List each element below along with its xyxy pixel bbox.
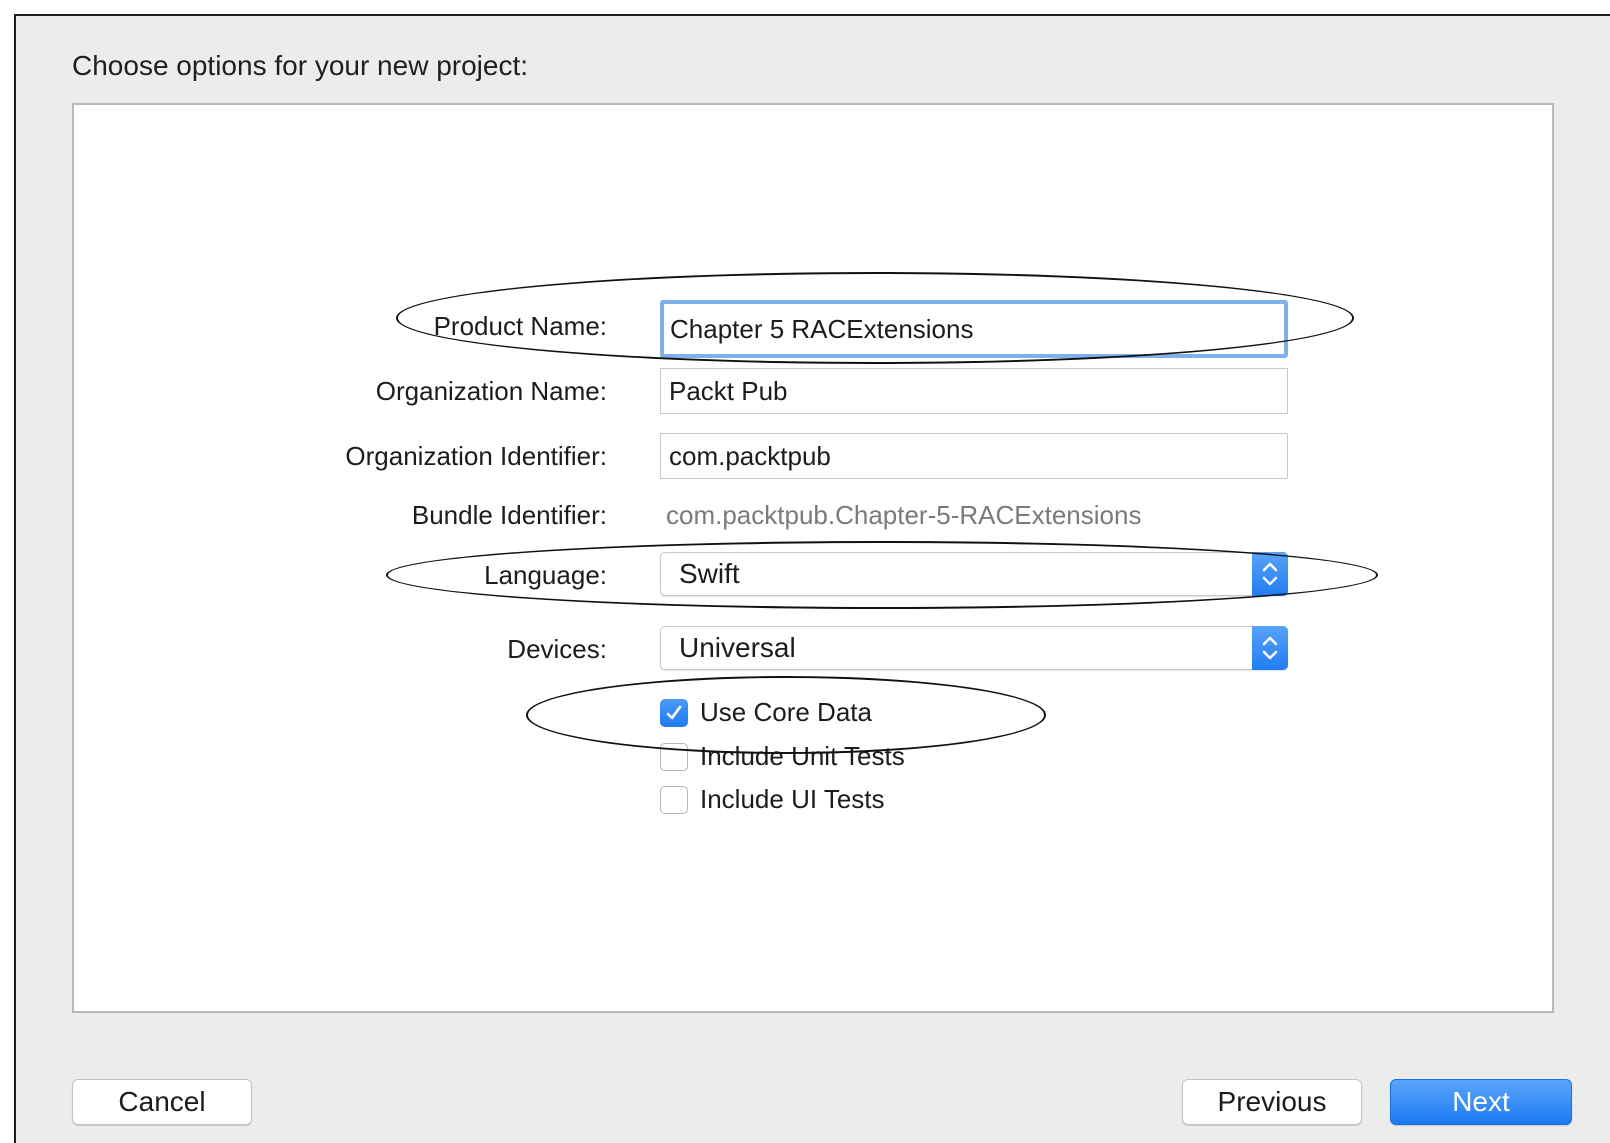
use-core-data-checkbox[interactable] (660, 699, 688, 727)
checkmark-icon (666, 705, 682, 720)
organization-identifier-label: Organization Identifier: (345, 441, 607, 471)
product-name-label: Product Name: (433, 311, 607, 341)
up-down-chevron-icon (1252, 626, 1288, 670)
new-project-dialog: Choose options for your new project: Pro… (14, 14, 1610, 1143)
bundle-identifier-value: com.packtpub.Chapter-5-RACExtensions (666, 500, 1142, 530)
include-unit-tests-label: Include Unit Tests (700, 741, 905, 771)
devices-popup[interactable]: Universal (660, 626, 1288, 670)
language-popup[interactable]: Swift (660, 552, 1288, 596)
organization-identifier-field[interactable] (660, 433, 1288, 479)
devices-label: Devices: (507, 634, 607, 664)
language-selected-value: Swift (679, 558, 740, 589)
include-ui-tests-label: Include UI Tests (700, 784, 885, 814)
use-core-data-label: Use Core Data (700, 697, 872, 727)
next-button[interactable]: Next (1390, 1079, 1572, 1125)
bundle-identifier-label: Bundle Identifier: (411, 500, 607, 530)
include-unit-tests-checkbox[interactable] (660, 743, 688, 771)
product-name-field[interactable] (660, 300, 1288, 358)
previous-button[interactable]: Previous (1182, 1079, 1362, 1125)
include-ui-tests-checkbox[interactable] (660, 786, 688, 814)
organization-name-label: Organization Name: (375, 376, 607, 406)
organization-name-field[interactable] (660, 368, 1288, 414)
language-label: Language: (484, 560, 607, 590)
devices-selected-value: Universal (679, 632, 796, 663)
dialog-heading: Choose options for your new project: (72, 50, 529, 81)
cancel-button[interactable]: Cancel (72, 1079, 252, 1125)
up-down-chevron-icon (1252, 552, 1288, 596)
